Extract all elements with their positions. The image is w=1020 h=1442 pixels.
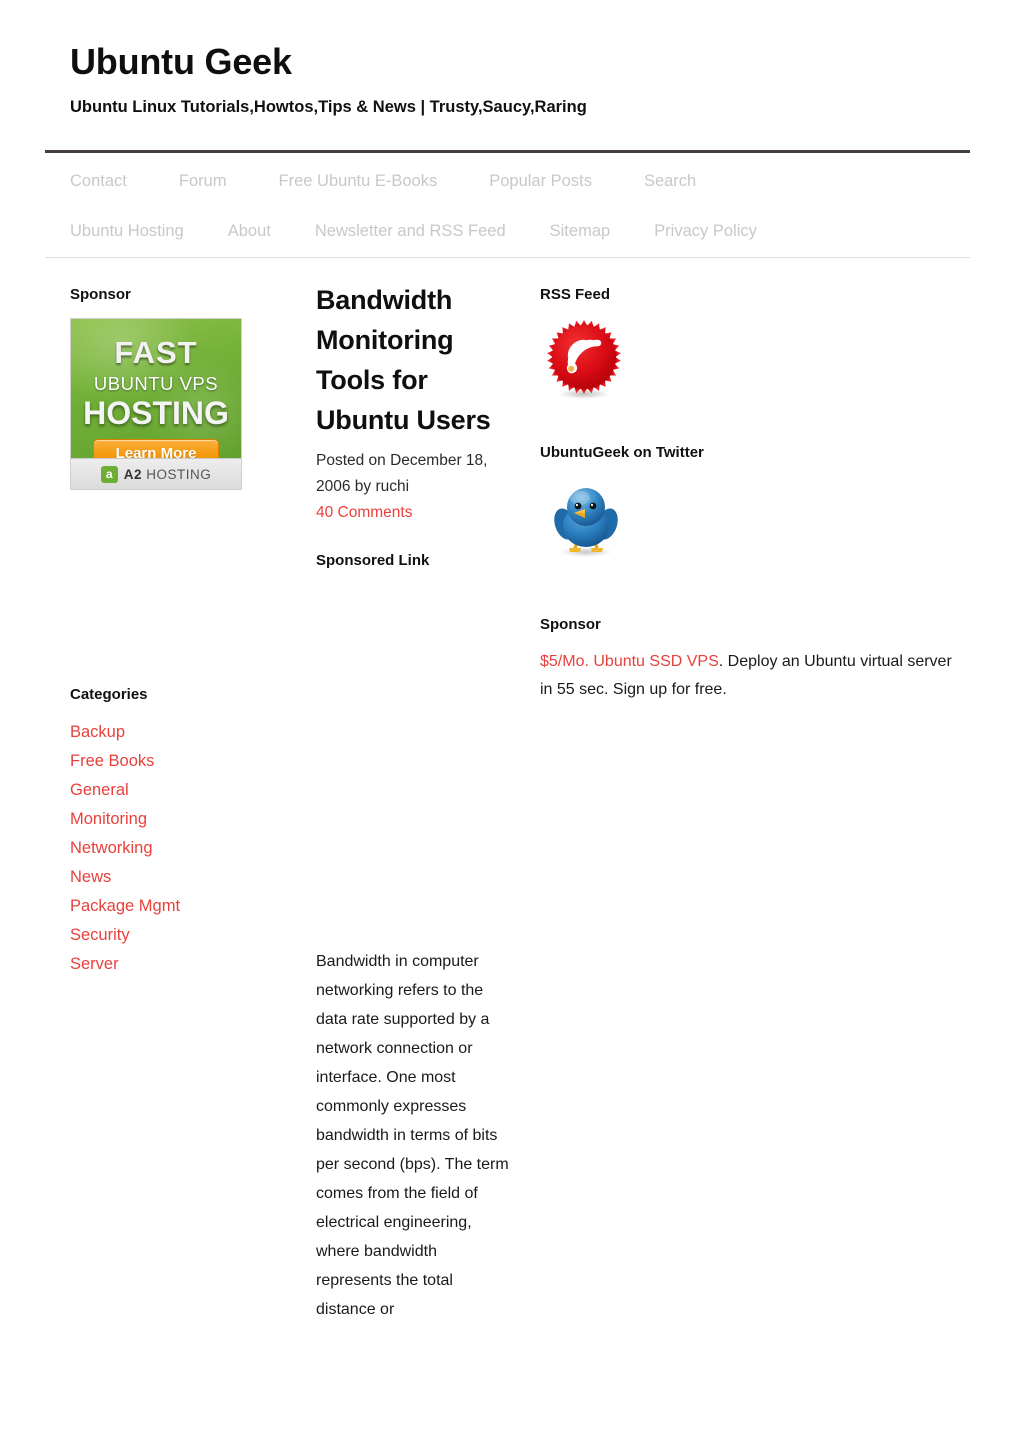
page-root: Ubuntu Geek Ubuntu Linux Tutorials,Howto… [0, 0, 1020, 1442]
nav-item-forum[interactable]: Forum [179, 173, 227, 190]
sponsor-vps-link[interactable]: $5/Mo. Ubuntu SSD VPS [540, 653, 719, 670]
site-title[interactable]: Ubuntu Geek [70, 40, 970, 83]
list-item: News [70, 863, 285, 892]
a2-brand-rest: HOSTING [146, 466, 212, 482]
nav-item-search[interactable]: Search [644, 173, 696, 190]
main-navigation: Contact Forum Free Ubuntu E-Books Popula… [45, 156, 970, 256]
category-link-monitoring[interactable]: Monitoring [70, 805, 285, 834]
right-sidebar: RSS Feed UbuntuGeek on Twitter Sponsor $… [540, 286, 960, 704]
list-item: Monitoring [70, 805, 285, 834]
category-link-package-mgmt[interactable]: Package Mgmt [70, 892, 285, 921]
category-link-security[interactable]: Security [70, 921, 285, 950]
a2-brand-bold: A2 [123, 466, 142, 482]
twitter-widget-title: UbuntuGeek on Twitter [540, 444, 704, 461]
twitter-bird-icon[interactable] [544, 476, 628, 560]
site-header: Ubuntu Geek Ubuntu Linux Tutorials,Howto… [45, 40, 970, 119]
article-body: Bandwidth in computer networking refers … [316, 947, 516, 1324]
a2-hosting-logo-icon: a [100, 465, 118, 483]
article-meta: Posted on December 18, 2006 by ruchi [316, 452, 488, 495]
rss-feed-icon[interactable] [542, 318, 626, 402]
sponsored-link-title: Sponsored Link [316, 552, 430, 569]
header-divider [45, 150, 970, 153]
nav-item-contact[interactable]: Contact [70, 173, 127, 190]
nav-item-ubuntu-hosting[interactable]: Ubuntu Hosting [70, 223, 184, 240]
nav-item-about[interactable]: About [228, 223, 271, 240]
right-sponsor-widget: Sponsor $5/Mo. Ubuntu SSD VPS. Deploy an… [540, 616, 960, 704]
category-link-backup[interactable]: Backup [70, 718, 285, 747]
nav-row-secondary: Ubuntu Hosting About Newsletter and RSS … [45, 206, 970, 256]
list-item: General [70, 776, 285, 805]
ad-subhead-ubuntu-vps: UBUNTU VPS [93, 373, 219, 394]
list-item: Backup [70, 718, 285, 747]
list-item: Security [70, 921, 285, 950]
categories-widget-title: Categories [70, 686, 148, 703]
category-link-free-books[interactable]: Free Books [70, 747, 285, 776]
category-link-networking[interactable]: Networking [70, 834, 285, 863]
sponsor-ad-banner[interactable]: FAST UBUNTU VPS HOSTING Learn More a A2 … [70, 318, 242, 490]
list-item: Free Books [70, 747, 285, 776]
article-column: Bandwidth Monitoring Tools for Ubuntu Us… [316, 280, 516, 1324]
nav-divider [45, 257, 970, 258]
nav-item-sitemap[interactable]: Sitemap [550, 223, 611, 240]
site-tagline: Ubuntu Linux Tutorials,Howtos,Tips & New… [70, 98, 587, 117]
list-item: Server [70, 950, 285, 979]
nav-row-primary: Contact Forum Free Ubuntu E-Books Popula… [45, 156, 970, 206]
categories-widget: Categories Backup Free Books General Mon… [70, 686, 285, 979]
left-sidebar: Sponsor FAST UBUNTU VPS HOSTING Learn Mo… [70, 286, 285, 979]
ad-brand-footer: a A2 HOSTING [71, 458, 241, 489]
nav-item-newsletter-and-rss-feed[interactable]: Newsletter and RSS Feed [315, 223, 506, 240]
category-link-news[interactable]: News [70, 863, 285, 892]
category-link-general[interactable]: General [70, 776, 285, 805]
a2-hosting-brand-text: A2 HOSTING [124, 467, 212, 482]
right-sponsor-title: Sponsor [540, 616, 601, 633]
page-title: Bandwidth Monitoring Tools for Ubuntu Us… [316, 285, 491, 435]
rss-feed-widget-title: RSS Feed [540, 286, 611, 303]
right-sponsor-copy: $5/Mo. Ubuntu SSD VPS. Deploy an Ubuntu … [540, 648, 960, 704]
nav-item-free-ubuntu-e-books[interactable]: Free Ubuntu E-Books [279, 173, 438, 190]
rss-feed-icon-svg [547, 320, 621, 399]
comments-link[interactable]: 40 Comments [316, 500, 516, 526]
category-link-server[interactable]: Server [70, 950, 285, 979]
list-item: Package Mgmt [70, 892, 285, 921]
sponsor-widget-title: Sponsor [70, 286, 131, 303]
twitter-bird-icon-svg [554, 488, 618, 557]
list-item: Networking [70, 834, 285, 863]
ad-headline-hosting: HOSTING [83, 395, 229, 431]
nav-item-popular-posts[interactable]: Popular Posts [489, 173, 592, 190]
categories-list: Backup Free Books General Monitoring Net… [70, 718, 285, 979]
nav-item-privacy-policy[interactable]: Privacy Policy [654, 223, 757, 240]
article-paragraph: Bandwidth in computer networking refers … [316, 953, 509, 1318]
ad-headline-fast: FAST [114, 335, 198, 370]
